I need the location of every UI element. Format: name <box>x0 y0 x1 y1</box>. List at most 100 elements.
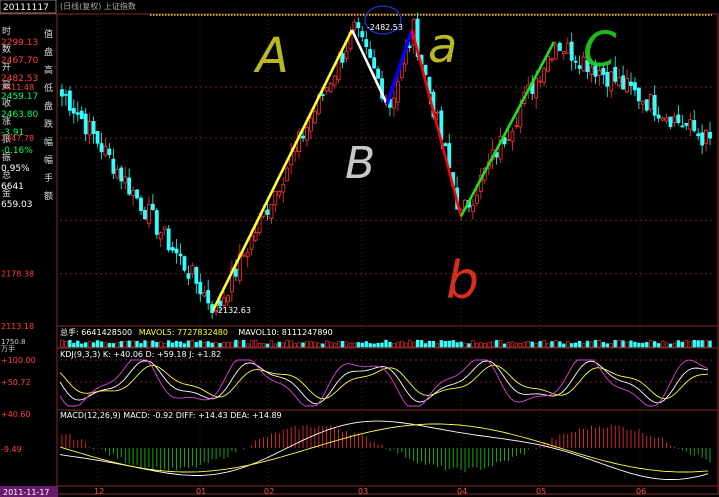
header: 20111117 (日线(复权) 上证指数 <box>0 0 712 16</box>
volume-bar <box>447 340 451 348</box>
info-key: 总 <box>2 169 11 181</box>
candle-body <box>249 235 254 250</box>
volume-bar <box>491 341 495 348</box>
volume-bar <box>573 342 578 348</box>
volume-bar <box>498 339 503 348</box>
volume-bar <box>605 343 609 348</box>
info-side-char: 盘 <box>44 100 53 112</box>
volume-bar <box>218 343 222 348</box>
volume-bar <box>230 341 234 348</box>
volume-bar <box>360 342 364 348</box>
volume-bar <box>364 341 368 348</box>
x-axis: 12 01 02 03 04 05 06 2011-11-17 <box>0 486 646 497</box>
volume-bar <box>206 341 210 348</box>
volume-bar <box>439 340 444 348</box>
volume-bar <box>210 342 214 348</box>
volume-bar <box>585 340 590 348</box>
candle-body <box>644 99 649 111</box>
volume-bar <box>273 343 278 348</box>
volume-bar <box>238 340 242 348</box>
info-key: 开 <box>2 62 11 73</box>
volume-bar <box>475 342 479 348</box>
volume-bar <box>502 343 507 348</box>
volume-bar <box>660 340 665 348</box>
volume-bar <box>510 341 515 348</box>
macd-legend: MACD(12,26,9) MACD: -0.92 DIFF: +14.43 D… <box>60 411 282 420</box>
volume-bar <box>269 340 274 348</box>
label-a: a <box>428 18 457 74</box>
candle-body <box>676 114 681 123</box>
volume-bar <box>123 340 127 348</box>
candle-body <box>700 132 705 146</box>
chart-window: 20111117 (日线(复权) 上证指数时2299.13值数2467.70盘开2… <box>0 0 719 497</box>
candle-body <box>344 50 349 59</box>
volume-bar <box>332 342 337 348</box>
volume-bar <box>542 339 546 348</box>
volume-bar <box>321 343 325 348</box>
volume-bar <box>139 343 143 348</box>
candle-body <box>640 100 645 105</box>
volume-bar <box>174 340 179 348</box>
volume-bar <box>107 343 112 348</box>
candle-body <box>312 111 317 124</box>
label-B: B <box>345 138 375 189</box>
candle-body <box>534 77 539 99</box>
volume-bar <box>246 343 250 348</box>
volume-bar <box>155 342 159 348</box>
candle-body <box>127 177 132 195</box>
candle-body <box>360 31 365 38</box>
bottom-date-text: 2011-11-17 <box>3 488 50 497</box>
candle-body <box>182 256 187 271</box>
info-side-char: 跌 <box>44 119 53 130</box>
volume-bar <box>487 342 491 348</box>
candle-body <box>684 122 689 126</box>
candle-body <box>573 60 578 63</box>
volume-bar <box>234 339 238 348</box>
candle-body <box>277 191 282 196</box>
volume-bar <box>455 342 459 348</box>
volume-bar <box>293 343 297 348</box>
wave-labels: A Ba b C <box>253 18 617 311</box>
volume-bar <box>700 340 704 348</box>
volume-bar <box>178 341 183 348</box>
volume-bar <box>625 342 629 348</box>
candle-body <box>202 292 207 297</box>
candle-body <box>364 39 369 48</box>
volume-bar <box>131 340 135 348</box>
x-tick-label: 12 <box>94 487 104 496</box>
candle-body <box>269 204 274 219</box>
volume-bar <box>325 340 329 348</box>
candle-body <box>186 273 191 279</box>
candle-body <box>569 41 574 61</box>
x-tick-label: 06 <box>636 487 646 496</box>
candle-body <box>324 87 329 92</box>
volume-bar <box>340 340 345 348</box>
volume-bar <box>696 340 700 348</box>
candle-body <box>328 82 333 92</box>
volume-bar <box>344 341 349 348</box>
x-tick-label: 05 <box>536 487 546 496</box>
volume-legend: 总手: 6641428500 <box>60 327 132 337</box>
volume-bar <box>242 339 246 348</box>
volume-bar <box>550 341 554 348</box>
candle-body <box>305 127 309 141</box>
volume-bar <box>617 340 621 348</box>
candle-body <box>340 53 345 63</box>
candle-body <box>265 209 270 215</box>
candle-body <box>135 189 139 199</box>
macd-tick: -9.49 <box>1 445 22 454</box>
volume-bar <box>249 340 254 348</box>
volume-bar <box>518 343 523 348</box>
volume-bar <box>309 341 313 348</box>
volume-bar <box>680 341 685 348</box>
candle-body <box>111 158 116 174</box>
volume-bar <box>226 342 230 348</box>
volume-bar <box>451 340 455 348</box>
volume-bar <box>471 340 475 348</box>
volume-bar <box>467 343 471 348</box>
volume-bar <box>261 343 266 348</box>
volume-bar <box>645 341 649 348</box>
candle-body <box>538 80 543 83</box>
volume-bar <box>411 341 416 348</box>
candle-body <box>154 210 159 235</box>
